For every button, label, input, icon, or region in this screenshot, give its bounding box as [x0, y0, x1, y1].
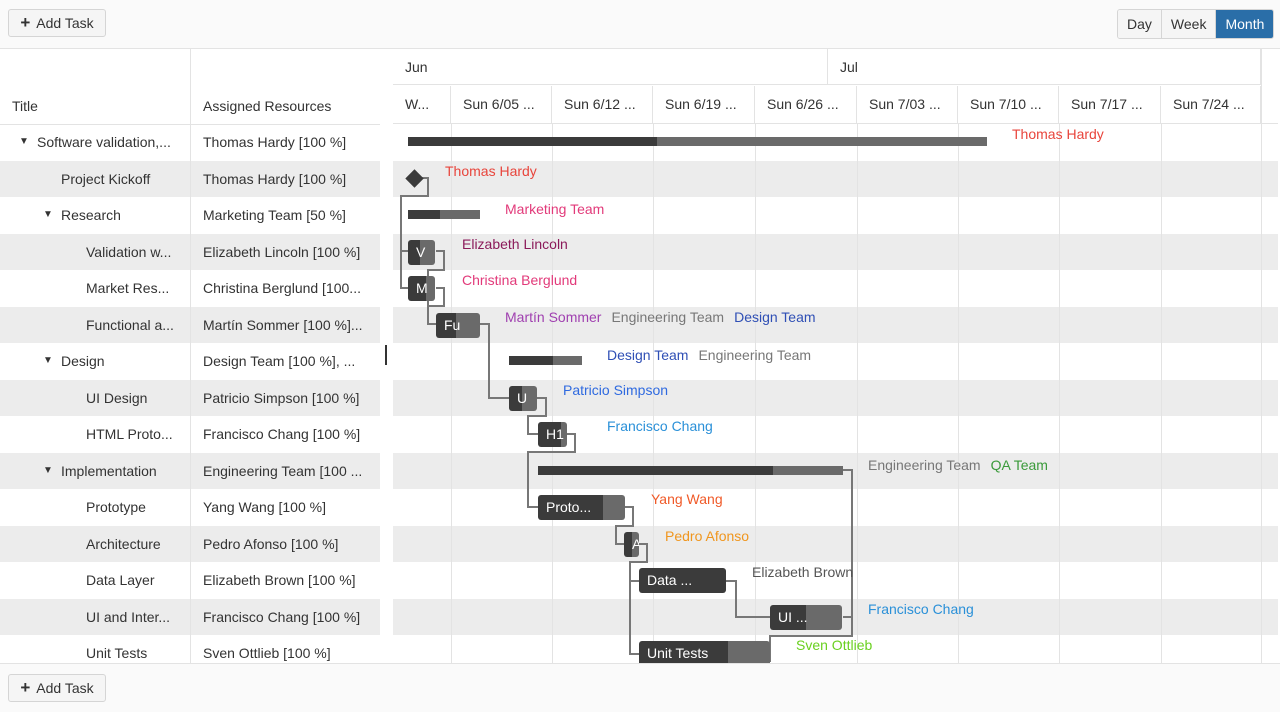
bar-resource-name: Yang Wang [651, 491, 723, 508]
summary-remaining [552, 356, 582, 366]
bar-resource-labels: Patricio Simpson [563, 382, 678, 398]
footer-add-task-label: Add Task [36, 680, 94, 696]
bar-resource-name: Elizabeth Brown [752, 564, 854, 581]
task-bar[interactable]: Data ... [639, 568, 726, 594]
summary-bar[interactable] [538, 465, 843, 475]
bar-resource-name: Design Team [607, 347, 689, 364]
bar-resource-name: Elizabeth Lincoln [462, 235, 568, 252]
bar-resource-name: Thomas Hardy [1012, 126, 1104, 143]
task-bar-label: Proto... [546, 499, 592, 516]
bar-resource-name: QA Team [990, 456, 1048, 473]
bar-resource-labels: Christina Berglund [462, 272, 587, 288]
summary-progress [408, 210, 441, 220]
bar-resource-labels: Pedro Afonso [665, 528, 759, 544]
summary-bar[interactable] [509, 356, 582, 366]
summary-remaining [656, 137, 987, 147]
plus-icon: + [20, 678, 31, 697]
task-bar-label: Unit Tests [647, 645, 709, 662]
dependency-line [480, 323, 509, 399]
summary-progress [509, 356, 553, 366]
bar-resource-labels: Thomas Hardy [445, 163, 547, 179]
task-bar[interactable]: Proto... [538, 495, 625, 521]
task-remaining [806, 604, 842, 630]
bar-resource-labels: Engineering Team QA Team [868, 457, 1058, 473]
summary-bar[interactable] [408, 210, 480, 220]
task-bar-label: U [517, 389, 528, 406]
bar-resource-name: Engineering Team [868, 456, 981, 473]
bar-resource-labels: Francisco Chang [607, 418, 723, 434]
footer: + Add Task [0, 663, 1280, 712]
summary-progress [538, 465, 773, 475]
task-bar[interactable]: U [509, 385, 537, 411]
task-remaining [603, 495, 625, 521]
bar-resource-name: Engineering Team [611, 308, 725, 325]
task-bar-label: Fu [444, 316, 461, 333]
task-bar-label: UI ... [778, 608, 808, 625]
bar-resource-labels: Yang Wang [651, 491, 733, 507]
bar-resource-labels: Design Team Engineering Team [607, 347, 821, 363]
dependency-line [843, 616, 853, 636]
bar-resource-name: Marketing Team [505, 201, 605, 218]
bar-resource-labels: Francisco Chang [868, 601, 984, 617]
summary-remaining [440, 210, 480, 220]
bar-resource-labels: Thomas Hardy [1012, 126, 1114, 142]
bar-resource-name: Design Team [734, 308, 816, 325]
footer-add-task-button[interactable]: + Add Task [8, 674, 106, 702]
summary-remaining [772, 465, 843, 475]
dependency-line [629, 543, 648, 655]
dependency-line [400, 177, 429, 289]
dependency-line [726, 580, 770, 618]
bar-resource-name: Francisco Chang [868, 600, 974, 617]
task-bar-label: V [416, 243, 426, 260]
bar-resource-name: Engineering Team [698, 347, 812, 364]
bar-resource-name: Thomas Hardy [445, 162, 537, 179]
bar-resource-labels: Sven Ottlieb [796, 637, 882, 653]
bar-resource-name: Sven Ottlieb [796, 637, 873, 654]
task-bar-label: A [632, 535, 639, 552]
bar-resource-labels: Elizabeth Lincoln [462, 236, 578, 252]
task-bar[interactable]: V [408, 239, 435, 265]
task-bar-label: H1 [546, 426, 564, 443]
bar-resource-name: Patricio Simpson [563, 381, 669, 398]
bar-resource-labels: Martín Sommer Engineering Team Design Team [505, 309, 826, 325]
task-bar[interactable]: A [624, 531, 639, 557]
task-bar[interactable]: H1 [538, 422, 567, 448]
bar-resource-labels: Marketing Team [505, 201, 614, 217]
task-bar[interactable]: Fu [436, 312, 480, 338]
task-bar-label: M [416, 280, 428, 297]
bar-resource-name: Christina Berglund [462, 272, 578, 289]
summary-progress [408, 137, 657, 147]
bar-resource-name: Francisco Chang [607, 418, 713, 435]
summary-bar[interactable] [408, 137, 987, 147]
task-bar[interactable]: UI ... [770, 604, 842, 630]
task-bar-label: Data ... [647, 572, 693, 589]
bar-resource-labels: Elizabeth Brown [752, 564, 863, 580]
bar-resource-name: Martín Sommer [505, 308, 602, 325]
task-bar[interactable]: M [408, 276, 435, 302]
bar-resource-name: Pedro Afonso [665, 527, 750, 544]
